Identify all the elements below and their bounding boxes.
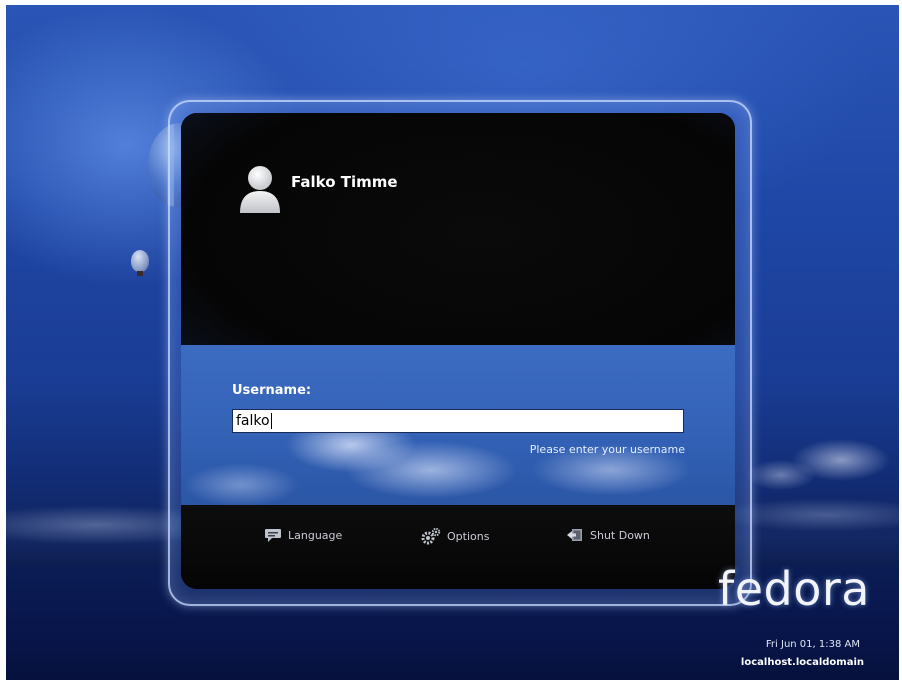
speech-bubble-icon — [264, 527, 282, 543]
text-caret — [270, 413, 272, 429]
shutdown-button[interactable]: Shut Down — [566, 527, 650, 543]
login-panel: Falko Timme Username: falko Please enter… — [181, 113, 735, 589]
hot-air-balloon-small — [131, 250, 149, 272]
fedora-logo: fedora — [718, 562, 870, 616]
username-hint: Please enter your username — [529, 443, 685, 456]
language-button[interactable]: Language — [264, 527, 342, 543]
username-field[interactable]: falko — [232, 409, 684, 433]
username-label: Username: — [232, 383, 312, 398]
options-label: Options — [447, 529, 490, 543]
gears-icon — [421, 527, 441, 545]
shutdown-label: Shut Down — [590, 528, 650, 542]
username-value: falko — [236, 413, 270, 429]
background-clouds — [741, 405, 899, 495]
user-avatar-icon[interactable] — [236, 163, 284, 215]
language-label: Language — [288, 528, 343, 542]
hostname: localhost.localdomain — [740, 657, 864, 668]
balloon-basket-small — [137, 271, 143, 276]
clock: Fri Jun 01, 1:38 AM — [765, 639, 860, 650]
shutdown-icon — [566, 527, 584, 543]
username-entry-area: Username: falko Please enter your userna… — [181, 345, 735, 505]
user-list: Falko Timme — [181, 113, 735, 345]
action-bar: Language Options Shut Down — [181, 505, 735, 589]
options-button[interactable]: Options — [421, 527, 489, 545]
user-name-label[interactable]: Falko Timme — [291, 173, 398, 191]
